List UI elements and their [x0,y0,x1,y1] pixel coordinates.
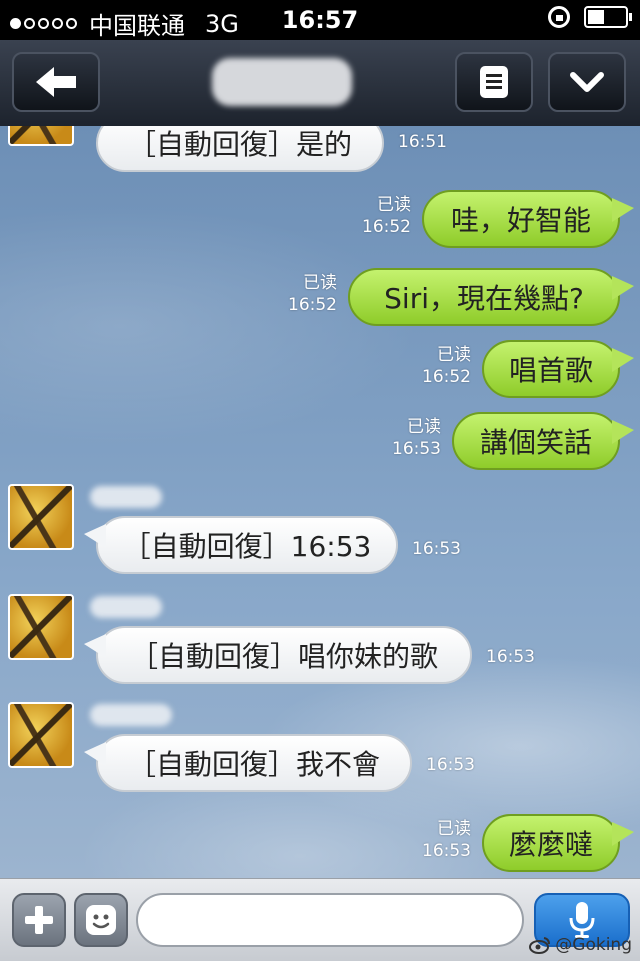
message-text: ［自動回復］唱你妹的歌 [129,640,438,673]
back-button[interactable] [12,52,100,112]
message-text: 麼麼噠 [508,828,593,861]
sender-name-blurred [90,704,172,726]
rotation-lock-icon [548,6,570,28]
read-receipt: 已读 [437,819,471,839]
message-text: 唱首歌 [508,354,593,387]
input-bar: @Goking [0,878,640,961]
message-bubble-outgoing[interactable]: 講個笑話 [452,412,634,470]
contact-name-blurred [212,58,352,106]
contact-avatar[interactable] [8,126,74,146]
sender-name-blurred [90,486,162,508]
read-receipt: 已读 [303,273,337,293]
arrow-left-icon [36,67,76,97]
plus-icon [25,906,53,934]
contact-avatar[interactable] [8,594,74,660]
message-meta: 已读 16:52 [404,344,471,388]
message-text: ［自動回復］是的 [127,128,352,161]
weibo-logo-icon [529,937,551,954]
message-bubble-outgoing[interactable]: 麼麼噠 [482,814,634,872]
message-bubble-incoming[interactable]: ［自動回復］16:53 [84,516,398,574]
read-receipt: 已读 [437,345,471,365]
menu-button[interactable] [455,52,533,112]
contact-avatar[interactable] [8,702,74,768]
message-time: 16:53 [412,539,461,559]
message-bubble-outgoing[interactable]: 唱首歌 [482,340,634,398]
message-time: 16:52 [422,367,471,387]
chat-area[interactable]: ［自動回復］是的 16:51 已读 16:52 哇，好智能 已读 16:52 S… [0,126,640,878]
message-text: Siri，現在幾點? [384,282,584,315]
message-input[interactable] [136,893,524,947]
read-receipt: 已读 [377,195,411,215]
message-meta: 已读 16:52 [270,272,337,316]
message-bubble-incoming[interactable]: ［自動回復］我不會 [84,734,412,792]
sender-name-blurred [90,596,162,618]
message-time: 16:53 [422,841,471,861]
contact-avatar[interactable] [8,484,74,550]
message-time: 16:51 [398,132,447,152]
list-icon [480,66,508,98]
message-meta: 已读 16:52 [344,194,411,238]
emoji-button[interactable] [74,893,128,947]
message-text: ［自動回復］我不會 [127,748,380,781]
status-right [548,6,632,28]
read-receipt: 已读 [407,417,441,437]
status-bar: 中国联通 3G 16:57 [0,0,640,40]
message-time: 16:53 [392,439,441,459]
message-bubble-incoming[interactable]: ［自動回復］是的 [96,126,384,172]
battery-icon [584,6,632,28]
smiley-icon [86,905,116,935]
message-time: 16:53 [486,647,535,667]
message-text: 講個笑話 [479,426,592,459]
add-attachment-button[interactable] [12,893,66,947]
message-bubble-outgoing[interactable]: Siri，現在幾點? [348,268,634,326]
chevron-down-icon [570,72,604,92]
message-bubble-outgoing[interactable]: 哇，好智能 [422,190,634,248]
watermark: @Goking [529,935,632,955]
message-time: 16:53 [426,755,475,775]
microphone-icon [569,902,595,938]
message-bubble-incoming[interactable]: ［自動回復］唱你妹的歌 [84,626,472,684]
status-time: 16:57 [281,6,359,34]
message-meta: 已读 16:53 [374,416,441,460]
message-meta: 已读 16:53 [404,818,471,862]
message-text: ［自動回復］16:53 [122,530,372,563]
dropdown-button[interactable] [548,52,626,112]
watermark-text: @Goking [555,935,632,955]
message-text: 哇，好智能 [450,204,591,237]
nav-bar [0,40,640,128]
message-time: 16:52 [362,217,411,237]
message-time: 16:52 [288,295,337,315]
